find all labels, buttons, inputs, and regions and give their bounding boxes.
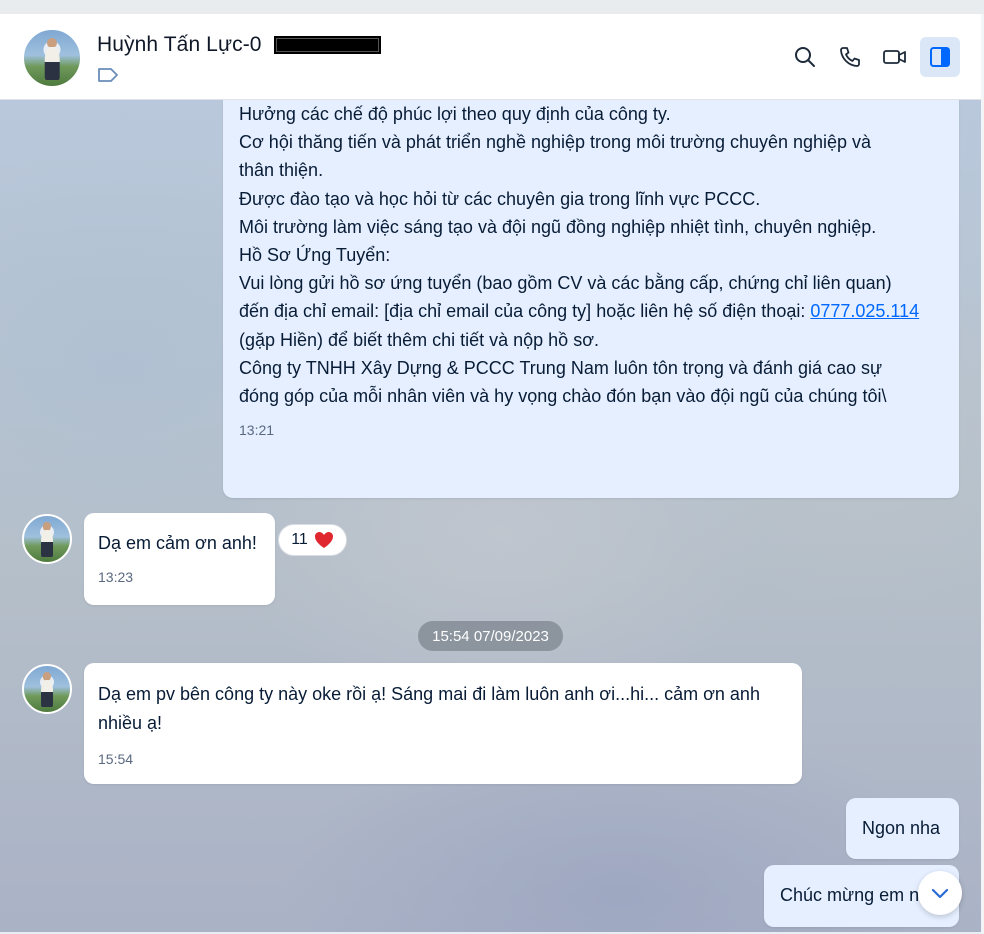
chevron-down-icon bbox=[931, 888, 949, 899]
conversation-header: Huỳnh Tấn Lực-0 bbox=[0, 14, 981, 100]
search-button[interactable] bbox=[785, 37, 825, 77]
message-line: đóng góp của mỗi nhân viên và hy vọng ch… bbox=[239, 386, 887, 407]
message-line: thân thiện. bbox=[239, 160, 324, 181]
message-line: Vui lòng gửi hồ sơ ứng tuyển (bao gồm CV… bbox=[239, 273, 892, 294]
voice-call-button[interactable] bbox=[830, 37, 870, 77]
message-text: Dạ em cảm ơn anh! bbox=[98, 533, 257, 553]
incoming-message[interactable]: Dạ em cảm ơn anh! 13:23 bbox=[84, 513, 275, 605]
contact-name[interactable]: Huỳnh Tấn Lực-0 bbox=[97, 33, 262, 57]
top-strip bbox=[0, 0, 984, 14]
message-time: 13:23 bbox=[98, 569, 134, 585]
message-line: Môi trường làm việc sáng tạo và đội ngũ … bbox=[239, 216, 877, 237]
phone-link[interactable]: 0777.025.114 bbox=[810, 301, 919, 321]
contact-avatar[interactable] bbox=[22, 28, 82, 88]
job-post-message[interactable]: Hưởng các chế độ phúc lợi theo quy định … bbox=[223, 86, 959, 556]
video-call-button[interactable] bbox=[875, 37, 915, 77]
scroll-to-bottom-button[interactable] bbox=[918, 871, 962, 915]
tag-icon[interactable] bbox=[97, 67, 119, 83]
message-text: đến địa chỉ email: [địa chỉ email của cô… bbox=[239, 301, 811, 322]
sender-avatar[interactable] bbox=[22, 514, 72, 564]
sidebar-panel-icon bbox=[930, 47, 950, 67]
reaction-count: 11 bbox=[291, 531, 308, 548]
message-text: Ngon nha bbox=[862, 818, 941, 838]
video-camera-icon bbox=[883, 50, 906, 64]
message-time: 15:54 bbox=[98, 751, 134, 767]
message-time: 13:21 bbox=[239, 422, 275, 439]
message-text: nhiều ạ! bbox=[98, 712, 163, 733]
phone-icon bbox=[840, 47, 860, 67]
message-line: (gặp Hiền) để biết thêm chi tiết và nộp … bbox=[239, 329, 599, 350]
incoming-message[interactable]: Dạ em pv bên công ty này oke rồi ạ! Sáng… bbox=[84, 663, 802, 784]
reaction-summary[interactable]: 11 bbox=[278, 524, 347, 556]
toggle-sidebar-button[interactable] bbox=[920, 37, 960, 77]
search-icon bbox=[795, 47, 815, 67]
message-line: Hưởng các chế độ phúc lợi theo quy định … bbox=[239, 104, 671, 124]
redacted-phone bbox=[274, 36, 381, 54]
message-line: Công ty TNHH Xây Dựng & PCCC Trung Nam l… bbox=[239, 357, 883, 378]
message-text: Dạ em pv bên công ty này oke rồi ạ! Sáng… bbox=[98, 684, 760, 704]
heart-icon bbox=[314, 532, 333, 548]
chat-window: Huỳnh Tấn Lực-0 Hưởng các chế độ phúc lợ… bbox=[0, 14, 981, 932]
message-line-with-phone: đến địa chỉ email: [địa chỉ email của cô… bbox=[239, 297, 943, 325]
sender-avatar[interactable] bbox=[22, 664, 72, 714]
outgoing-message[interactable]: Ngon nha bbox=[846, 798, 959, 859]
message-line: Hồ Sơ Ứng Tuyển: bbox=[239, 245, 391, 266]
date-separator: 15:54 07/09/2023 bbox=[418, 621, 563, 651]
message-line: Cơ hội thăng tiến và phát triển nghề ngh… bbox=[239, 132, 872, 153]
message-line: Được đào tạo và học hỏi từ các chuyên gi… bbox=[239, 188, 761, 209]
